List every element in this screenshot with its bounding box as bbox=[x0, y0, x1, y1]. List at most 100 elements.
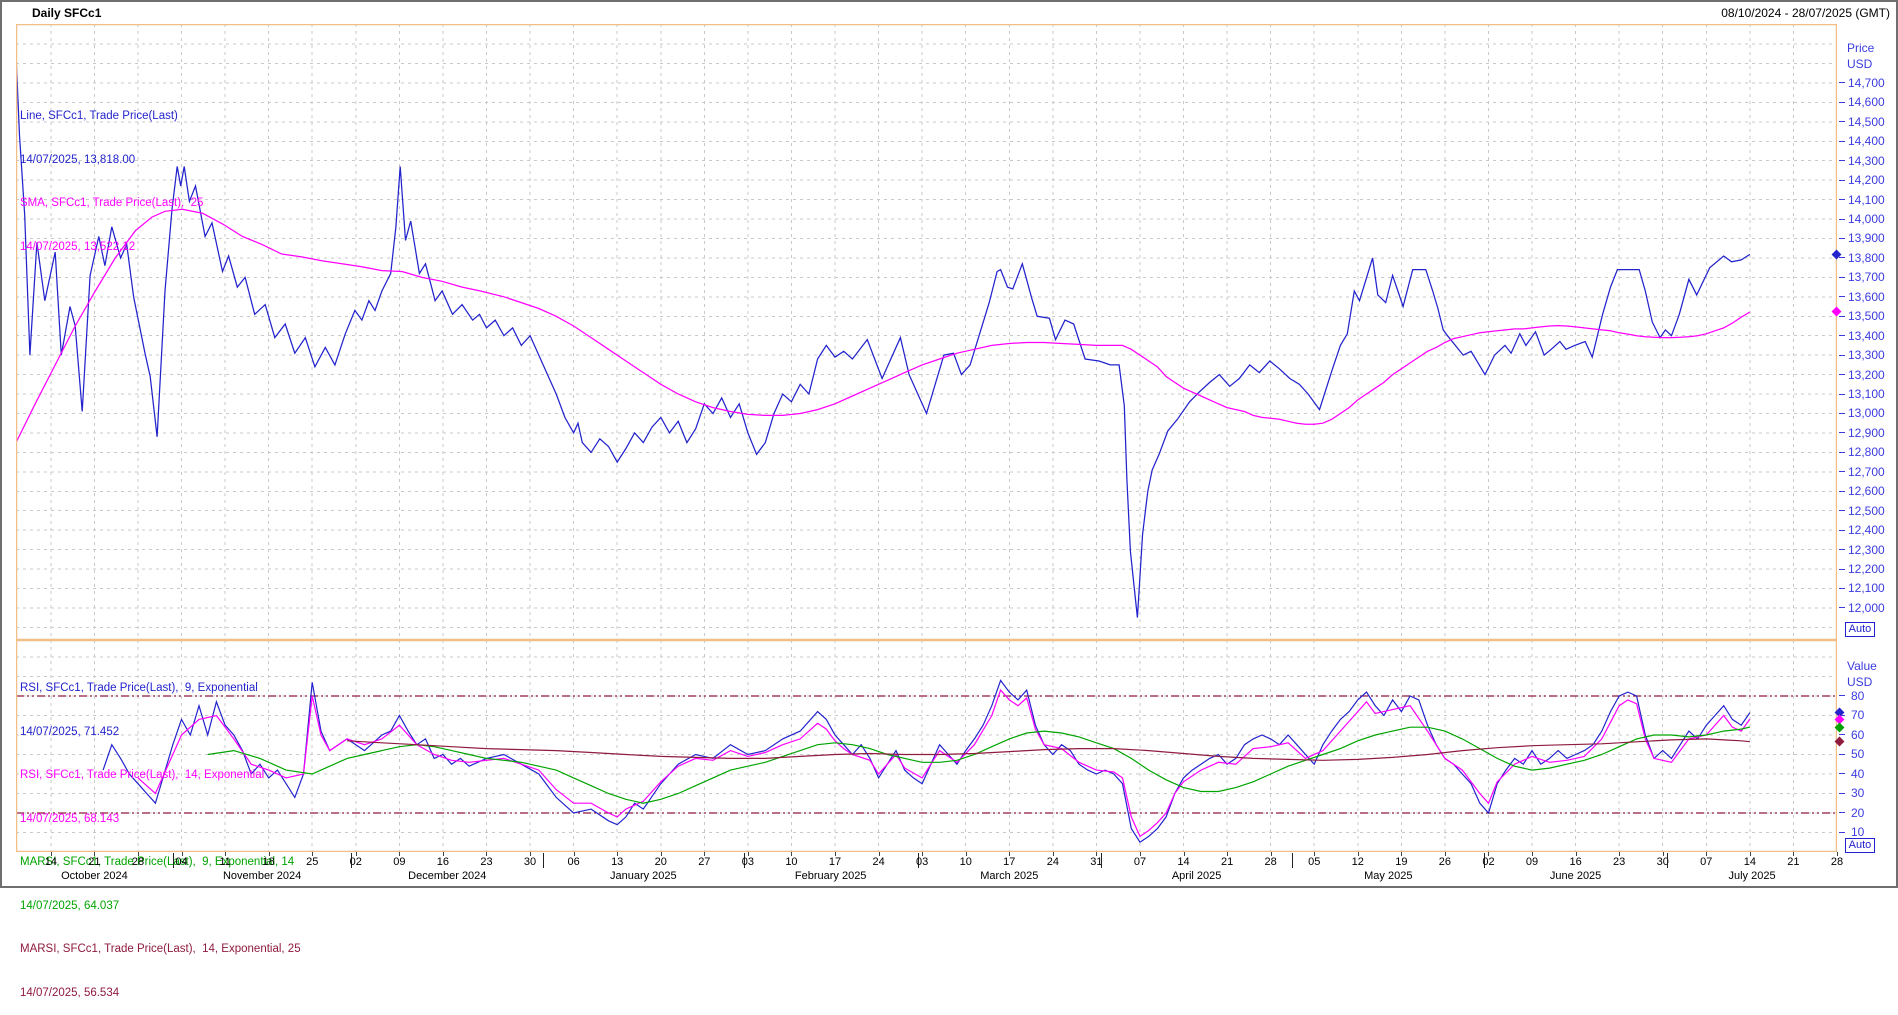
price-tick-label: 12,500 bbox=[1848, 505, 1885, 517]
month-label: June 2025 bbox=[1550, 870, 1601, 882]
value-tick-mark bbox=[1839, 754, 1845, 755]
value-tick-label: 60 bbox=[1851, 729, 1864, 741]
value-tick-mark bbox=[1839, 773, 1845, 774]
price-tick-mark bbox=[1839, 607, 1845, 608]
month-label: November 2024 bbox=[223, 870, 301, 882]
legend-marsi14-value: 14/07/2025, 56.534 bbox=[20, 986, 301, 1001]
price-tick-label: 14,400 bbox=[1848, 135, 1885, 147]
marsi9-line bbox=[208, 727, 1750, 803]
legend-rsi14: RSI, SFCc1, Trade Price(Last), 14, Expon… bbox=[20, 768, 301, 783]
day-tick-label: 17 bbox=[1003, 856, 1015, 868]
day-tick-label: 07 bbox=[1134, 856, 1146, 868]
day-tick-label: 16 bbox=[437, 856, 449, 868]
price-tick-mark bbox=[1839, 316, 1845, 317]
day-tick-label: 07 bbox=[1700, 856, 1712, 868]
legend-rsi14-value: 14/07/2025, 68.143 bbox=[20, 812, 301, 827]
price-tick-mark bbox=[1839, 335, 1845, 336]
price-tick-label: 14,000 bbox=[1848, 213, 1885, 225]
value-tick-label: 10 bbox=[1851, 826, 1864, 838]
price-tick-label: 13,700 bbox=[1848, 271, 1885, 283]
price-tick-label: 13,100 bbox=[1848, 388, 1885, 400]
day-tick-label: 30 bbox=[524, 856, 536, 868]
value-tick-mark bbox=[1839, 734, 1845, 735]
value-tick-mark bbox=[1839, 832, 1845, 833]
price-line bbox=[16, 54, 1750, 618]
legend-line-price: Line, SFCc1, Trade Price(Last) bbox=[20, 109, 203, 124]
day-tick-label: 02 bbox=[1482, 856, 1494, 868]
month-label: April 2025 bbox=[1172, 870, 1222, 882]
price-tick-mark bbox=[1839, 355, 1845, 356]
price-tick-label: 14,300 bbox=[1848, 155, 1885, 167]
price-tick-mark bbox=[1839, 374, 1845, 375]
legend-rsi9: RSI, SFCc1, Trade Price(Last), 9, Expone… bbox=[20, 681, 301, 696]
day-tick-label: 17 bbox=[829, 856, 841, 868]
price-tick-mark bbox=[1839, 238, 1845, 239]
day-tick-label: 24 bbox=[1047, 856, 1059, 868]
price-tick-label: 13,000 bbox=[1848, 407, 1885, 419]
month-separator bbox=[543, 853, 544, 868]
day-tick-label: 28 bbox=[1265, 856, 1277, 868]
chart-title: Daily SFCc1 bbox=[32, 6, 101, 20]
price-tick-mark bbox=[1839, 569, 1845, 570]
legend-marsi9: MARSI, SFCc1, Trade Price(Last), 9, Expo… bbox=[20, 855, 301, 870]
price-tick-label: 13,200 bbox=[1848, 369, 1885, 381]
legend-marsi9-value: 14/07/2025, 64.037 bbox=[20, 899, 301, 914]
price-tick-label: 12,000 bbox=[1848, 602, 1885, 614]
price-tick-label: 13,300 bbox=[1848, 349, 1885, 361]
price-tick-mark bbox=[1839, 296, 1845, 297]
price-tick-mark bbox=[1839, 160, 1845, 161]
price-tick-mark bbox=[1839, 491, 1845, 492]
day-tick-label: 21 bbox=[1221, 856, 1233, 868]
month-separator bbox=[1101, 853, 1102, 868]
main-panel-border bbox=[17, 25, 1837, 640]
legend-price-value: 14/07/2025, 13,818.00 bbox=[20, 153, 203, 168]
day-tick-label: 21 bbox=[1787, 856, 1799, 868]
price-tick-mark bbox=[1839, 452, 1845, 453]
day-tick-label: 10 bbox=[785, 856, 797, 868]
legend-rsi9-value: 14/07/2025, 71.452 bbox=[20, 725, 301, 740]
price-tick-label: 12,100 bbox=[1848, 582, 1885, 594]
day-tick-label: 14 bbox=[45, 856, 57, 868]
price-tick-label: 12,900 bbox=[1848, 427, 1885, 439]
month-label: May 2025 bbox=[1364, 870, 1412, 882]
value-axis-title: Value bbox=[1847, 658, 1877, 674]
month-separator bbox=[1667, 853, 1668, 868]
day-tick-label: 23 bbox=[480, 856, 492, 868]
main-legend: Line, SFCc1, Trade Price(Last) 14/07/202… bbox=[20, 80, 203, 269]
value-tick-label: 70 bbox=[1851, 709, 1864, 721]
price-tick-label: 12,700 bbox=[1848, 466, 1885, 478]
day-tick-label: 20 bbox=[655, 856, 667, 868]
value-axis-unit: USD bbox=[1847, 674, 1877, 690]
rsi-legend: RSI, SFCc1, Trade Price(Last), 9, Expone… bbox=[20, 652, 301, 1015]
day-tick-label: 05 bbox=[1308, 856, 1320, 868]
day-tick-label: 12 bbox=[1352, 856, 1364, 868]
day-tick-label: 16 bbox=[1569, 856, 1581, 868]
day-tick-label: 27 bbox=[698, 856, 710, 868]
price-tick-label: 12,400 bbox=[1848, 524, 1885, 536]
price-tick-label: 13,800 bbox=[1848, 252, 1885, 264]
main-chart-canvas[interactable] bbox=[16, 24, 1837, 640]
price-tick-mark bbox=[1839, 199, 1845, 200]
day-tick-label: 02 bbox=[350, 856, 362, 868]
price-axis-auto-button[interactable]: Auto bbox=[1845, 622, 1875, 637]
price-axis-header: Price USD bbox=[1847, 40, 1874, 72]
value-tick-label: 30 bbox=[1851, 787, 1864, 799]
price-tick-mark bbox=[1839, 219, 1845, 220]
value-axis-auto-button[interactable]: Auto bbox=[1845, 838, 1875, 853]
price-tick-mark bbox=[1839, 413, 1845, 414]
day-tick-label: 09 bbox=[393, 856, 405, 868]
price-tick-label: 14,600 bbox=[1848, 96, 1885, 108]
day-tick-label: 03 bbox=[916, 856, 928, 868]
value-tick-label: 50 bbox=[1851, 748, 1864, 760]
price-tick-label: 13,400 bbox=[1848, 330, 1885, 342]
legend-marsi14: MARSI, SFCc1, Trade Price(Last), 14, Exp… bbox=[20, 942, 301, 957]
price-axis-unit: USD bbox=[1847, 56, 1874, 72]
price-tick-label: 12,200 bbox=[1848, 563, 1885, 575]
price-tick-mark bbox=[1839, 588, 1845, 589]
date-range: 08/10/2024 - 28/07/2025 (GMT) bbox=[1721, 6, 1890, 20]
day-tick-label: 04 bbox=[175, 856, 187, 868]
day-tick-label: 14 bbox=[1177, 856, 1189, 868]
day-tick-label: 11 bbox=[219, 856, 230, 868]
month-label: October 2024 bbox=[61, 870, 128, 882]
value-tick-mark bbox=[1839, 695, 1845, 696]
